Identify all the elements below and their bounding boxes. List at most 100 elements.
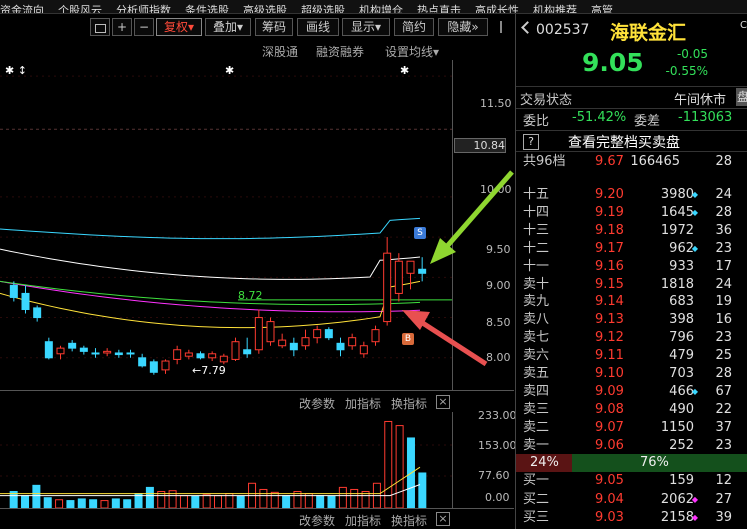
level-count: 23	[715, 437, 732, 453]
set-ma-dropdown[interactable]: 设置均线▾	[385, 43, 439, 60]
volume-bar	[43, 497, 52, 508]
close-icon[interactable]: ×	[436, 512, 450, 526]
top-menu-item[interactable]: 高管	[591, 5, 613, 14]
ma-line-green	[0, 280, 421, 306]
side-tab[interactable]: 盘	[736, 88, 747, 106]
divider	[0, 390, 514, 391]
order-book-row[interactable]: 买一 9.05 159 12	[516, 472, 736, 490]
level-price: 9.12	[595, 330, 624, 346]
candle-body	[219, 355, 228, 363]
add-indicator-button[interactable]: 加指标	[345, 512, 381, 529]
level-price: 9.20	[595, 187, 624, 202]
level-volume: 962	[669, 240, 694, 256]
total-depth-volume: 166465	[630, 154, 680, 169]
order-book-row[interactable]: 十四 9.19 1645 ◆ 28	[516, 204, 736, 222]
order-book-row[interactable]: 买三 9.03 2158 ◆ 39	[516, 509, 736, 527]
level-volume: 398	[669, 312, 694, 328]
order-book-row[interactable]: 卖十 9.15 1818 24	[516, 276, 736, 294]
order-book-row[interactable]: 十三 9.18 1972 36	[516, 222, 736, 240]
shengutong-link[interactable]: 深股通	[262, 43, 298, 60]
close-icon[interactable]: ×	[436, 395, 450, 409]
volume-bar	[259, 488, 268, 508]
volume-chart[interactable]	[0, 412, 452, 508]
event-marker-left[interactable]: ✱ ↕	[5, 64, 27, 77]
level-label: 卖三	[523, 401, 550, 417]
chevron-down-icon: ▾	[236, 20, 244, 34]
add-indicator-button[interactable]: 加指标	[345, 395, 381, 412]
collapse-panel-icon[interactable]	[520, 21, 534, 34]
volume-bar	[270, 491, 279, 508]
order-book-row[interactable]: 卖九 9.14 683 19	[516, 293, 736, 311]
candle-body	[324, 329, 333, 339]
top-menu-bar: 资金流向 个股风云 分析师指数 条件选股 高级选股 超级选股 机构增仓 热点直击 高成长性 机构推…	[0, 0, 747, 14]
order-book-row[interactable]: 卖六 9.11 479 25	[516, 347, 736, 365]
volume-bar	[236, 495, 245, 508]
top-menu-item[interactable]: 机构增仓	[359, 5, 403, 14]
order-book-row[interactable]: 卖七 9.12 796 23	[516, 329, 736, 347]
order-book-row[interactable]: 卖一 9.06 252 23	[516, 437, 736, 455]
top-menu-item[interactable]: 条件选股	[185, 5, 229, 14]
top-menu-item[interactable]: 超级选股	[301, 5, 345, 14]
ratio-ask-label: 24%	[530, 455, 559, 470]
rongzi-link[interactable]: 融资融券	[316, 43, 364, 60]
order-book-row[interactable]: 卖四 9.09 466 ◆ 67	[516, 383, 736, 401]
switch-indicator-button[interactable]: 换指标	[391, 395, 427, 412]
lock-button[interactable]	[90, 18, 110, 36]
level-label: 卖九	[523, 294, 550, 310]
order-book-row[interactable]: 卖五 9.10 703 28	[516, 365, 736, 383]
order-book-row[interactable]: 卖八 9.13 398 16	[516, 311, 736, 329]
level-volume: 703	[669, 366, 694, 381]
top-menu-item[interactable]: 个股风云	[58, 5, 102, 14]
volume-bar	[145, 486, 154, 508]
level-count: 25	[715, 348, 732, 364]
candle-body	[184, 352, 193, 357]
status-value: 午间休市	[674, 93, 727, 108]
order-book-row[interactable]: 十五 9.20 3980 ◆ 24	[516, 186, 736, 204]
switch-indicator-button[interactable]: 换指标	[391, 512, 427, 529]
order-book-row[interactable]: 买二 9.04 2062 ◆ 27	[516, 491, 736, 509]
level-label: 十一	[523, 258, 550, 274]
top-menu-item[interactable]: 分析师指数	[116, 5, 171, 14]
fuquan-dropdown[interactable]: 复权▾	[156, 18, 202, 36]
jianyue-button[interactable]: 简约	[394, 18, 434, 36]
order-book-row[interactable]: 卖三 9.08 490 22	[516, 401, 736, 419]
order-book-row[interactable]: 卖二 9.07 1150 37	[516, 419, 736, 437]
xianshi-dropdown[interactable]: 显示▾	[342, 18, 390, 36]
help-icon[interactable]: ?	[523, 134, 539, 150]
zoom-in-button[interactable]: +	[112, 18, 132, 36]
top-menu-item[interactable]: 高成长性	[475, 5, 519, 14]
candlestick-chart[interactable]	[0, 60, 452, 390]
candle-body	[173, 349, 182, 360]
order-book-row[interactable]: 十二 9.17 962 ◆ 23	[516, 240, 736, 258]
level-price: 9.03	[595, 510, 624, 525]
level-count: 24	[715, 276, 732, 292]
order-book-row[interactable]: 十一 9.16 933 17	[516, 258, 736, 276]
diejia-dropdown[interactable]: 叠加▾	[205, 18, 251, 36]
zoom-out-button[interactable]: −	[134, 18, 154, 36]
full-order-book-link[interactable]: 查看完整档买卖盘	[568, 132, 680, 152]
total-depth-label: 共96档	[523, 154, 566, 169]
level-volume: 933	[669, 258, 694, 274]
top-menu-item[interactable]: 机构推荐	[533, 5, 577, 14]
change-params-button[interactable]: 改参数	[299, 395, 335, 412]
collapse-handle[interactable]	[494, 21, 502, 33]
event-marker-right[interactable]: ✱	[400, 64, 409, 77]
huaxian-button[interactable]: 画线	[297, 18, 339, 36]
top-menu-item[interactable]: 热点直击	[417, 5, 461, 14]
top-menu-item[interactable]: 资金流向	[0, 5, 44, 14]
total-depth-row: 共96档 9.67 166465 28	[516, 153, 736, 171]
stock-name: 海联金汇	[610, 22, 687, 44]
candle-body	[138, 357, 147, 367]
level-volume: 479	[669, 348, 694, 364]
candle-body	[313, 329, 322, 339]
top-menu-item[interactable]: 高级选股	[243, 5, 287, 14]
volume-bar	[282, 495, 291, 508]
chouma-button[interactable]: 筹码	[255, 18, 293, 36]
yincang-button[interactable]: 隐藏»	[438, 18, 488, 36]
change-params-button[interactable]: 改参数	[299, 512, 335, 529]
event-marker-mid[interactable]: ✱	[225, 64, 234, 77]
chart-toolbar: + − 复权▾ 叠加▾ 筹码 画线 显示▾ 简约 隐藏»	[0, 15, 514, 40]
level-volume: 1818	[660, 276, 694, 292]
candle-body	[79, 347, 88, 352]
chevron-down-icon: ▾	[374, 20, 382, 34]
